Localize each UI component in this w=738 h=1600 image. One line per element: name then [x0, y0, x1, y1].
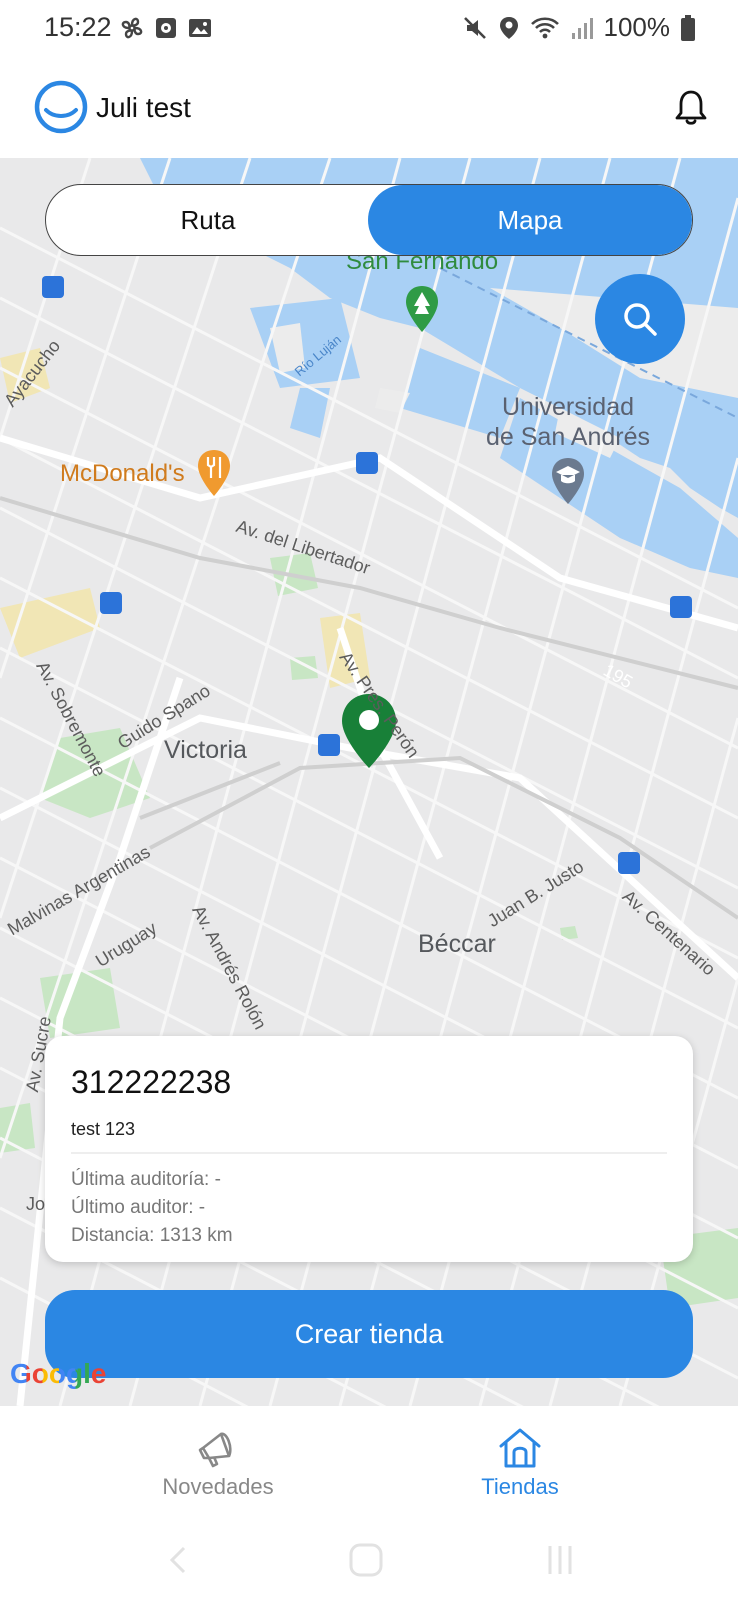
store-code: 312222238	[71, 1064, 232, 1100]
megaphone-icon	[198, 1432, 232, 1468]
recents-icon[interactable]	[540, 1540, 580, 1580]
status-right-group: 100%	[462, 12, 697, 43]
store-last-auditor: Último auditor: -	[71, 1197, 206, 1218]
map-label-mcdonalds: McDonald's	[60, 460, 185, 487]
create-store-button[interactable]: Crear tienda	[45, 1290, 693, 1378]
status-bar: 15:22 100%	[0, 0, 738, 58]
battery-percent: 100%	[603, 12, 671, 42]
back-icon[interactable]	[160, 1540, 200, 1580]
map-label-beccar: Béccar	[418, 930, 496, 958]
tab-mapa[interactable]: Mapa	[368, 185, 692, 255]
bottom-navigation: Novedades Tiendas	[0, 1406, 738, 1518]
user-name: Juli test	[96, 92, 191, 123]
system-navigation-bar	[0, 1518, 738, 1600]
card-divider	[71, 1152, 667, 1154]
view-toggle: Ruta Mapa	[45, 184, 693, 256]
store-info-card[interactable]: 312222238 test 123 Última auditoría: - Ú…	[45, 1036, 693, 1262]
app-header: Juli test	[0, 58, 738, 158]
transit-station-icon[interactable]	[42, 276, 64, 298]
search-icon	[624, 303, 657, 336]
map-label-partial-street: Jo	[26, 1194, 46, 1214]
clock-app-icon	[156, 18, 176, 38]
store-last-audit: Última auditoría: -	[71, 1169, 221, 1190]
store-home-icon	[499, 1428, 541, 1468]
nav-item-tiendas[interactable]: Tiendas	[430, 1426, 610, 1500]
transit-station-icon[interactable]	[670, 596, 692, 618]
transit-station-icon[interactable]	[356, 452, 378, 474]
map-label-victoria: Victoria	[164, 736, 247, 764]
battery-icon	[681, 14, 695, 41]
google-logo-text: Google	[10, 1358, 107, 1389]
park-pin-icon[interactable]	[404, 284, 440, 334]
transit-station-icon[interactable]	[318, 734, 340, 756]
gallery-icon	[189, 19, 211, 37]
school-pin-icon[interactable]	[550, 456, 586, 506]
pinwheel-icon	[121, 17, 143, 39]
search-button[interactable]	[595, 274, 685, 364]
nav-label-tiendas: Tiendas	[481, 1474, 559, 1499]
transit-station-icon[interactable]	[618, 852, 640, 874]
location-icon	[499, 16, 518, 39]
wifi-icon	[530, 16, 559, 38]
transit-station-icon[interactable]	[100, 592, 122, 614]
status-time: 15:22	[44, 12, 112, 42]
nav-item-novedades[interactable]: Novedades	[128, 1426, 308, 1500]
app-logo-icon	[34, 80, 88, 134]
signal-icon	[571, 17, 593, 39]
nav-label-novedades: Novedades	[162, 1474, 274, 1499]
restaurant-pin-icon[interactable]	[196, 448, 232, 498]
mute-icon	[463, 16, 486, 39]
store-distance: Distancia: 1313 km	[71, 1225, 233, 1246]
tab-ruta[interactable]: Ruta	[46, 185, 370, 255]
map-label-universidad: Universidad de San Andrés	[486, 393, 651, 451]
home-icon[interactable]	[346, 1540, 386, 1580]
store-name: test 123	[71, 1119, 136, 1139]
bell-icon[interactable]	[674, 88, 708, 126]
google-attribution: Google	[10, 1358, 106, 1390]
